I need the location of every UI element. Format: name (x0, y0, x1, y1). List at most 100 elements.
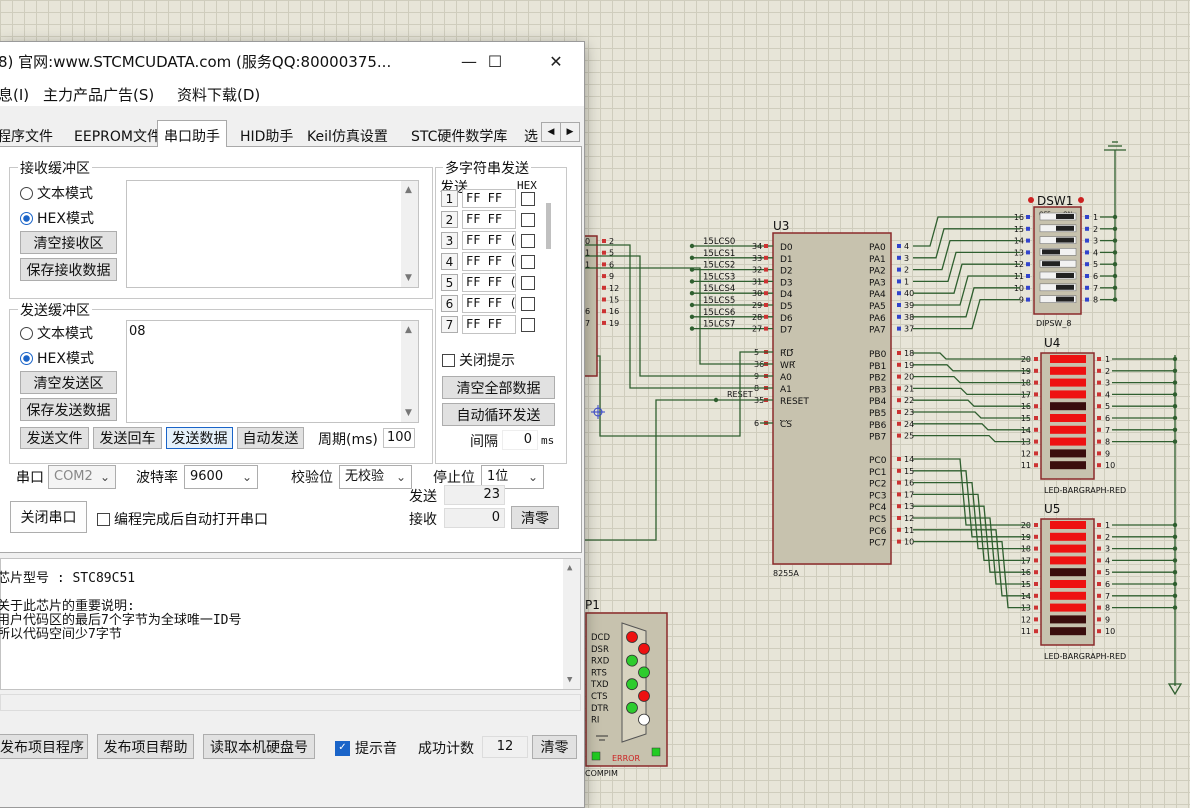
multi-hex-checkbox-6[interactable] (521, 297, 535, 311)
u5-pin-marker (1097, 605, 1101, 610)
multi-hex-checkbox-3[interactable] (521, 234, 535, 248)
send-textarea[interactable]: 08 ▲ ▼ (126, 320, 419, 423)
receive-textarea[interactable]: ▲ ▼ (126, 180, 419, 288)
receive-text-mode-radio[interactable]: 文本模式 (20, 183, 93, 203)
save-receive-button[interactable]: 保存接收数据 (20, 258, 117, 281)
read-disk-id-button[interactable]: 读取本机硬盘号 (203, 734, 315, 759)
u4-pin-number: 8 (1105, 438, 1110, 447)
interval-input[interactable]: 0 (502, 430, 538, 450)
send-scrollbar[interactable]: ▲ ▼ (401, 321, 418, 422)
u3-pin-name: D0 (780, 243, 793, 253)
port-select[interactable]: COM2 ⌄ (48, 465, 116, 489)
scroll-up-icon[interactable]: ▲ (567, 563, 572, 573)
multi-send-button-4[interactable]: 4 (441, 253, 458, 270)
multi-string-input-5[interactable]: FF FF ( (462, 273, 516, 292)
chip-info-box[interactable]: 芯片型号 : STC89C51 关于此芯片的重要说明: 用户代码区的最后7个字节… (0, 558, 581, 690)
maximize-button[interactable]: ☐ (472, 42, 518, 80)
scroll-up-icon[interactable]: ▲ (405, 325, 412, 335)
menu-item-info[interactable]: 息(I) (0, 84, 29, 105)
tab-keil-sim[interactable]: Keil仿真设置 (307, 123, 388, 145)
baud-select[interactable]: 9600 ⌄ (184, 465, 258, 489)
clear-send-button[interactable]: 清空发送区 (20, 371, 117, 394)
clear-success-count-button[interactable]: 清零 (532, 735, 577, 759)
send-enter-button[interactable]: 发送回车 (93, 427, 162, 449)
menu-item-ads[interactable]: 主力产品广告(S) (43, 84, 154, 105)
port-value: COM2 (54, 469, 93, 484)
u3-pin-marker (897, 291, 901, 296)
scroll-down-icon[interactable]: ▼ (405, 408, 412, 418)
multi-hex-checkbox-4[interactable] (521, 255, 535, 269)
save-send-button[interactable]: 保存发送数据 (20, 398, 117, 421)
multi-scrollbar[interactable] (546, 203, 551, 249)
multi-send-button-5[interactable]: 5 (441, 274, 458, 291)
send-data-button[interactable]: 发送数据 (166, 427, 233, 449)
multi-string-input-3[interactable]: FF FF ( (462, 231, 516, 250)
u5-pin-number: 12 (1021, 615, 1031, 624)
u3-pin-marker (897, 539, 901, 544)
u3-pin-name: RESET (780, 397, 809, 407)
menu-item-downloads[interactable]: 资料下载(D) (177, 84, 260, 105)
close-port-button[interactable]: 关闭串口 (10, 501, 87, 533)
multi-send-button-6[interactable]: 6 (441, 295, 458, 312)
multi-string-input-6[interactable]: FF FF ( (462, 294, 516, 313)
pa-wire (913, 228, 1020, 259)
tab-eeprom-file[interactable]: EEPROM文件 (74, 123, 161, 145)
u3-pin-marker (897, 362, 901, 367)
multi-send-button-7[interactable]: 7 (441, 316, 458, 333)
scroll-up-icon[interactable]: ▲ (405, 185, 412, 195)
multi-hex-checkbox-1[interactable] (521, 192, 535, 206)
pc-wire (913, 458, 1030, 526)
title-bar[interactable]: 8) 官网:www.STCMCUDATA.com (服务QQ:80000375.… (0, 42, 584, 80)
publish-help-button[interactable]: 发布项目帮助 (97, 734, 194, 759)
u3-pin-marker (897, 516, 901, 520)
multi-send-button-3[interactable]: 3 (441, 232, 458, 249)
auto-open-port-checkbox[interactable]: 编程完成后自动打开串口 (97, 509, 268, 529)
close-button[interactable]: ✕ (533, 42, 579, 80)
u3-pin-name: D7 (780, 326, 793, 336)
info-scrollbar[interactable]: ▲ ▼ (563, 559, 580, 689)
multi-string-input-7[interactable]: FF FF (462, 315, 516, 334)
auto-send-button[interactable]: 自动发送 (237, 427, 304, 449)
u3-pin-name: RD (780, 349, 793, 359)
multi-send-button-2[interactable]: 2 (441, 211, 458, 228)
left-ic-pin-number: 19 (609, 319, 619, 328)
u4-pin-marker (1034, 451, 1038, 456)
multi-hex-checkbox-5[interactable] (521, 276, 535, 290)
parity-select[interactable]: 无校验 ⌄ (339, 465, 412, 489)
multi-string-input-4[interactable]: FF FF ( (462, 252, 516, 271)
send-file-button[interactable]: 发送文件 (20, 427, 89, 449)
send-hex-mode-radio[interactable]: HEX模式 (20, 348, 94, 368)
send-buffer-title: 发送缓冲区 (18, 300, 92, 320)
radio-label: 文本模式 (37, 326, 93, 342)
horizontal-scrollbar[interactable] (0, 694, 581, 711)
scroll-down-icon[interactable]: ▼ (567, 675, 572, 685)
u3-pin-marker (897, 255, 901, 260)
p1-signal-label: DCD (591, 633, 610, 643)
left-ic-pin-marker (602, 262, 606, 267)
clear-receive-button[interactable]: 清空接收区 (20, 231, 117, 254)
period-input[interactable]: 100 (383, 428, 415, 448)
beep-checkbox[interactable]: ✓ 提示音 (335, 738, 397, 758)
tab-program-file[interactable]: 程序文件 (0, 123, 53, 145)
multi-send-button-1[interactable]: 1 (441, 190, 458, 207)
publish-program-button[interactable]: 发布项目程序 (0, 734, 88, 759)
clear-all-data-button[interactable]: 清空全部数据 (442, 376, 555, 399)
tab-hid-assistant[interactable]: HID助手 (240, 123, 293, 145)
receive-hex-mode-radio[interactable]: HEX模式 (20, 208, 94, 228)
tab-scroll-right[interactable]: ▶ (560, 122, 580, 142)
scroll-down-icon[interactable]: ▼ (405, 273, 412, 283)
multi-string-input-2[interactable]: FF FF (462, 210, 516, 229)
tab-scroll-left[interactable]: ◀ (541, 122, 561, 142)
send-text-mode-radio[interactable]: 文本模式 (20, 323, 93, 343)
auto-loop-send-button[interactable]: 自动循环发送 (442, 403, 555, 426)
close-hint-checkbox[interactable]: 关闭提示 (442, 350, 515, 370)
u3-pin-marker (897, 279, 901, 284)
multi-hex-checkbox-2[interactable] (521, 213, 535, 227)
multi-hex-checkbox-7[interactable] (521, 318, 535, 332)
tab-serial-assistant[interactable]: 串口助手 (157, 120, 227, 147)
multi-string-input-1[interactable]: FF FF (462, 189, 516, 208)
tab-stc-math-lib[interactable]: STC硬件数学库 (411, 123, 507, 145)
clear-counts-button[interactable]: 清零 (511, 506, 559, 529)
receive-scrollbar[interactable]: ▲ ▼ (401, 181, 418, 287)
tab-more[interactable]: 选 (524, 123, 538, 145)
